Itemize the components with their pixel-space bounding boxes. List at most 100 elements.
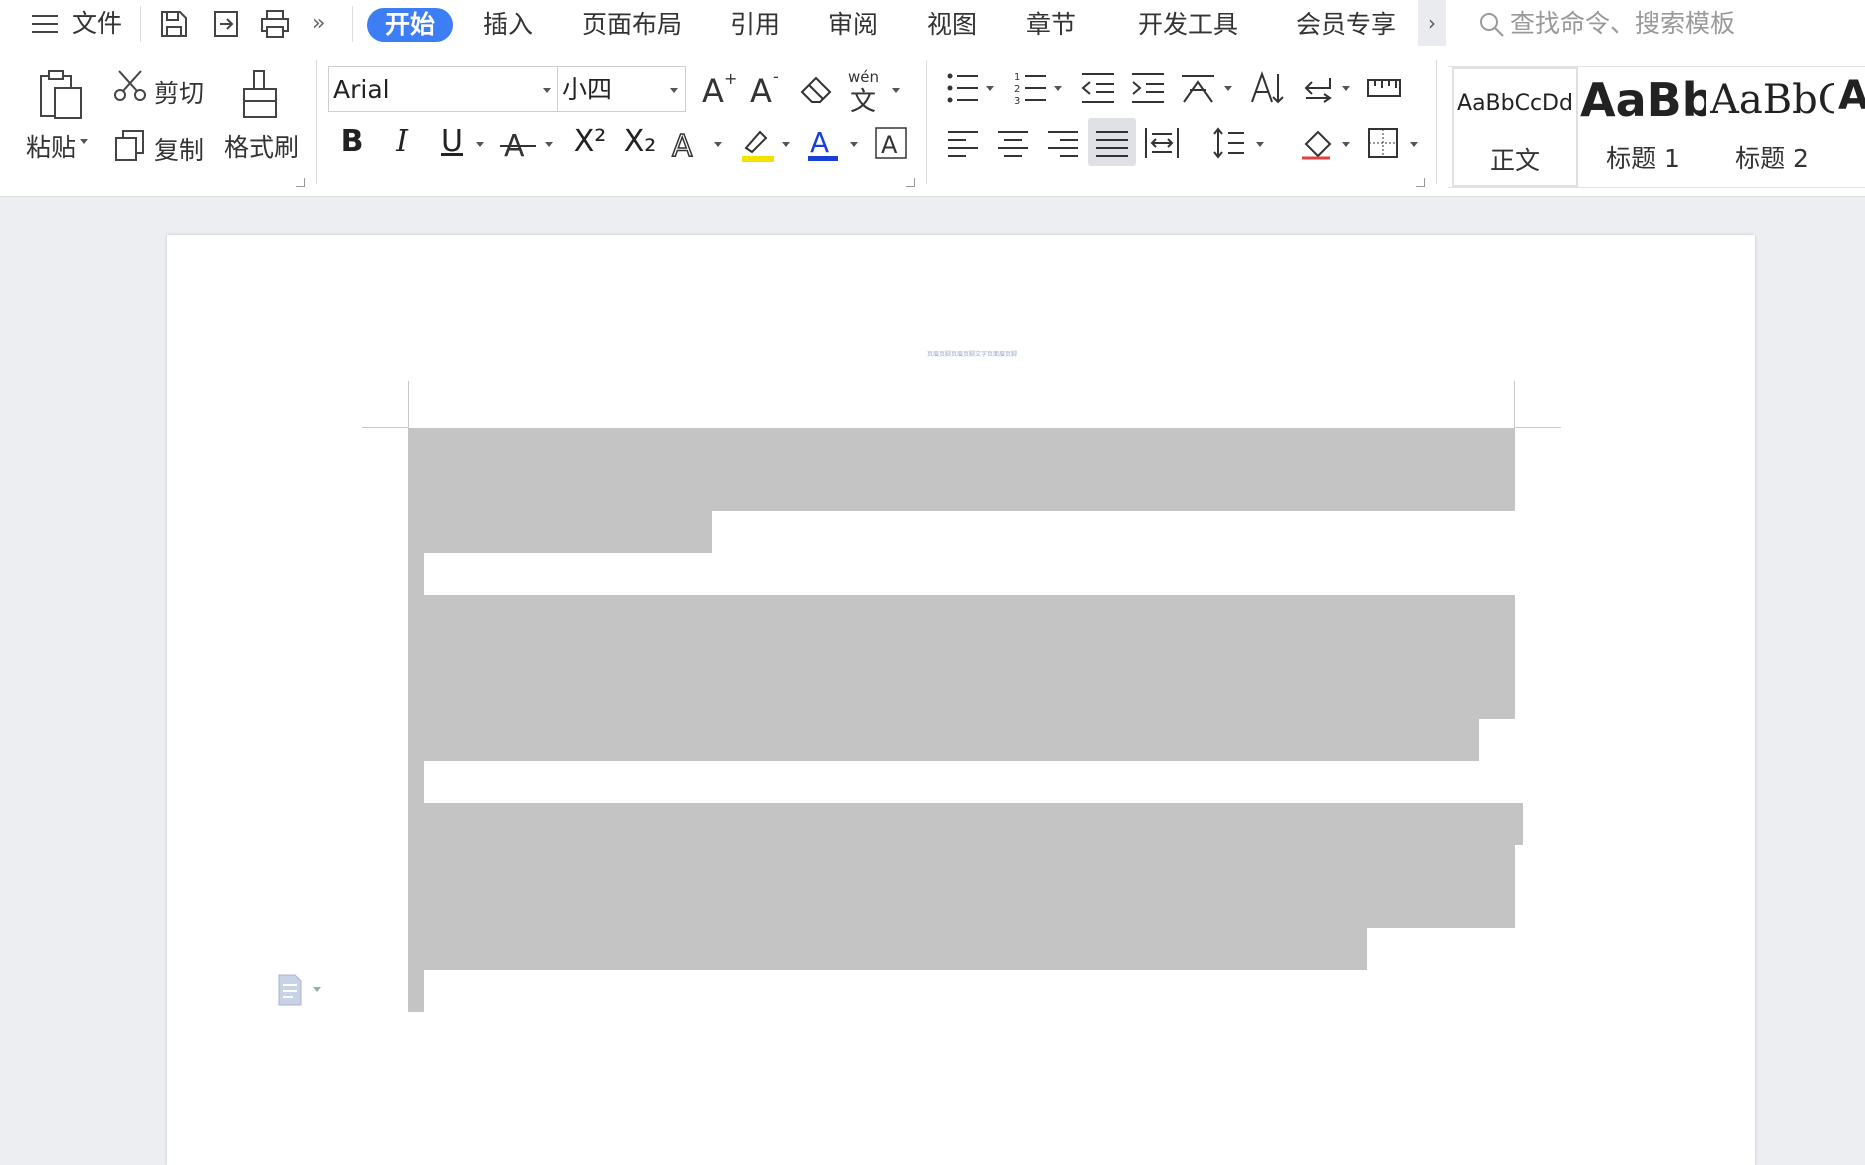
tab-member[interactable]: 会员专享 bbox=[1294, 8, 1398, 42]
bullet-list-dropdown-icon[interactable] bbox=[986, 86, 994, 91]
borders-icon[interactable] bbox=[1366, 126, 1402, 162]
style-name-heading-1: 标题 1 bbox=[1606, 144, 1680, 173]
strikethrough-icon[interactable]: A bbox=[500, 124, 538, 164]
svg-text:A: A bbox=[881, 131, 898, 159]
tab-home[interactable]: 开始 bbox=[367, 8, 453, 42]
tab-chapter[interactable]: 章节 bbox=[1024, 8, 1078, 42]
style-normal[interactable]: AaBbCcDd 正文 bbox=[1452, 67, 1578, 187]
grow-font-icon[interactable]: A + bbox=[700, 68, 740, 110]
italic-button[interactable]: I bbox=[382, 122, 422, 162]
more-tabs-button[interactable]: › bbox=[1418, 0, 1446, 46]
underline-dropdown-icon[interactable] bbox=[476, 142, 484, 147]
distributed-align-icon[interactable] bbox=[1144, 126, 1180, 160]
cut-button[interactable]: 剪切 bbox=[154, 74, 204, 110]
paragraph-dialog-launcher[interactable] bbox=[1416, 178, 1425, 187]
pinyin-guide-icon[interactable]: wén 文 bbox=[848, 68, 892, 117]
paste-dropdown-icon[interactable] bbox=[80, 139, 88, 144]
show-marks-dropdown-icon[interactable] bbox=[1342, 86, 1350, 91]
align-center-icon[interactable] bbox=[996, 126, 1030, 160]
font-color-dropdown-icon[interactable] bbox=[850, 142, 858, 147]
tab-developer[interactable]: 开发工具 bbox=[1136, 8, 1240, 42]
character-border-icon[interactable]: A bbox=[874, 126, 908, 160]
bullet-list-icon[interactable] bbox=[946, 70, 982, 106]
format-painter-icon[interactable] bbox=[240, 68, 280, 120]
bold-button[interactable]: B bbox=[332, 122, 372, 162]
redacted-text-block bbox=[408, 719, 1479, 761]
highlight-icon[interactable] bbox=[738, 124, 778, 164]
font-family-value: Arial bbox=[333, 75, 390, 104]
font-size-select[interactable]: 小四 bbox=[558, 66, 686, 112]
ruler-icon[interactable] bbox=[1366, 74, 1402, 102]
chinese-layout-icon[interactable] bbox=[1180, 70, 1218, 106]
numbered-list-icon[interactable]: 123 bbox=[1014, 70, 1050, 107]
justify-icon[interactable] bbox=[1088, 118, 1136, 166]
search-box[interactable]: 查找命令、搜索模板 bbox=[1478, 0, 1735, 48]
paste-icon[interactable] bbox=[38, 68, 84, 120]
align-left-icon[interactable] bbox=[946, 126, 980, 160]
tab-review[interactable]: 审阅 bbox=[826, 8, 880, 42]
tab-page-layout[interactable]: 页面布局 bbox=[580, 8, 684, 42]
chinese-layout-dropdown-icon[interactable] bbox=[1224, 86, 1232, 91]
style-heading-3[interactable]: A bbox=[1838, 67, 1865, 187]
tab-view[interactable]: 视图 bbox=[925, 8, 979, 42]
superscript-button[interactable]: X² bbox=[566, 122, 614, 162]
decrease-indent-icon[interactable] bbox=[1080, 70, 1116, 106]
eraser-icon[interactable] bbox=[798, 72, 834, 106]
save-icon[interactable] bbox=[158, 8, 190, 40]
text-effect-dropdown-icon[interactable] bbox=[714, 142, 722, 147]
copy-button[interactable]: 复制 bbox=[154, 131, 204, 167]
numbered-list-dropdown-icon[interactable] bbox=[1054, 86, 1062, 91]
subscript-button[interactable]: X₂ bbox=[616, 122, 664, 162]
show-hide-marks-icon[interactable] bbox=[1300, 70, 1336, 106]
more-chevrons-icon[interactable]: » bbox=[312, 8, 344, 40]
file-menu[interactable]: 文件 bbox=[72, 0, 122, 48]
redacted-text-block bbox=[408, 553, 424, 595]
hamburger-icon[interactable] bbox=[30, 13, 60, 35]
line-spacing-icon[interactable] bbox=[1212, 126, 1246, 160]
redacted-text-block bbox=[408, 845, 1515, 928]
paragraph-options-icon[interactable] bbox=[275, 973, 325, 1011]
export-icon[interactable] bbox=[210, 8, 242, 40]
tab-references[interactable]: 引用 bbox=[728, 8, 782, 42]
svg-text:+: + bbox=[724, 69, 737, 88]
style-heading-2[interactable]: AaBbC 标题 2 bbox=[1710, 67, 1834, 187]
paste-button[interactable]: 粘贴 bbox=[26, 128, 76, 164]
font-color-icon[interactable]: A bbox=[806, 124, 842, 164]
font-dialog-launcher[interactable] bbox=[906, 178, 915, 187]
clipboard-dialog-launcher[interactable] bbox=[296, 178, 305, 187]
svg-text:-: - bbox=[773, 68, 779, 86]
divider bbox=[926, 60, 927, 184]
scissors-icon[interactable] bbox=[113, 68, 147, 102]
text-effect-icon[interactable]: A bbox=[670, 124, 708, 165]
svg-text:1: 1 bbox=[1014, 72, 1020, 83]
search-placeholder: 查找命令、搜索模板 bbox=[1510, 9, 1736, 38]
font-family-select[interactable]: Arial bbox=[328, 66, 558, 112]
svg-text:A: A bbox=[810, 126, 829, 159]
font-size-dropdown-icon[interactable] bbox=[670, 88, 678, 93]
style-name-heading-2: 标题 2 bbox=[1735, 144, 1809, 173]
copy-icon[interactable] bbox=[113, 128, 147, 162]
margin-guide-right bbox=[1514, 381, 1515, 428]
increase-indent-icon[interactable] bbox=[1130, 70, 1166, 106]
align-right-icon[interactable] bbox=[1046, 126, 1080, 160]
svg-text:3: 3 bbox=[1014, 96, 1020, 106]
shrink-font-icon[interactable]: A- bbox=[748, 67, 788, 110]
font-family-dropdown-icon[interactable] bbox=[543, 88, 551, 93]
style-heading-1[interactable]: AaBb 标题 1 bbox=[1580, 67, 1706, 187]
shading-icon[interactable] bbox=[1300, 126, 1336, 162]
svg-text:2: 2 bbox=[1014, 84, 1020, 95]
strikethrough-dropdown-icon[interactable] bbox=[545, 142, 553, 147]
shading-dropdown-icon[interactable] bbox=[1342, 142, 1350, 147]
line-spacing-dropdown-icon[interactable] bbox=[1256, 142, 1264, 147]
highlight-dropdown-icon[interactable] bbox=[782, 142, 790, 147]
tab-insert[interactable]: 插入 bbox=[478, 8, 538, 42]
underline-button[interactable]: U bbox=[432, 122, 472, 162]
margin-guide-left bbox=[408, 381, 409, 428]
borders-dropdown-icon[interactable] bbox=[1410, 142, 1418, 147]
print-icon[interactable] bbox=[259, 8, 291, 40]
menu-bar: 文件 » 开始 插入 页面布局 引用 审阅 视图 章节 开发工具 会员专享 › … bbox=[0, 0, 1865, 48]
pinyin-dropdown-icon[interactable] bbox=[892, 88, 900, 93]
format-painter-button[interactable]: 格式刷 bbox=[224, 128, 299, 164]
sort-icon[interactable] bbox=[1250, 70, 1284, 106]
document-page[interactable]: 页眉页脚页眉页脚文字页面眉页脚 bbox=[167, 235, 1755, 1165]
